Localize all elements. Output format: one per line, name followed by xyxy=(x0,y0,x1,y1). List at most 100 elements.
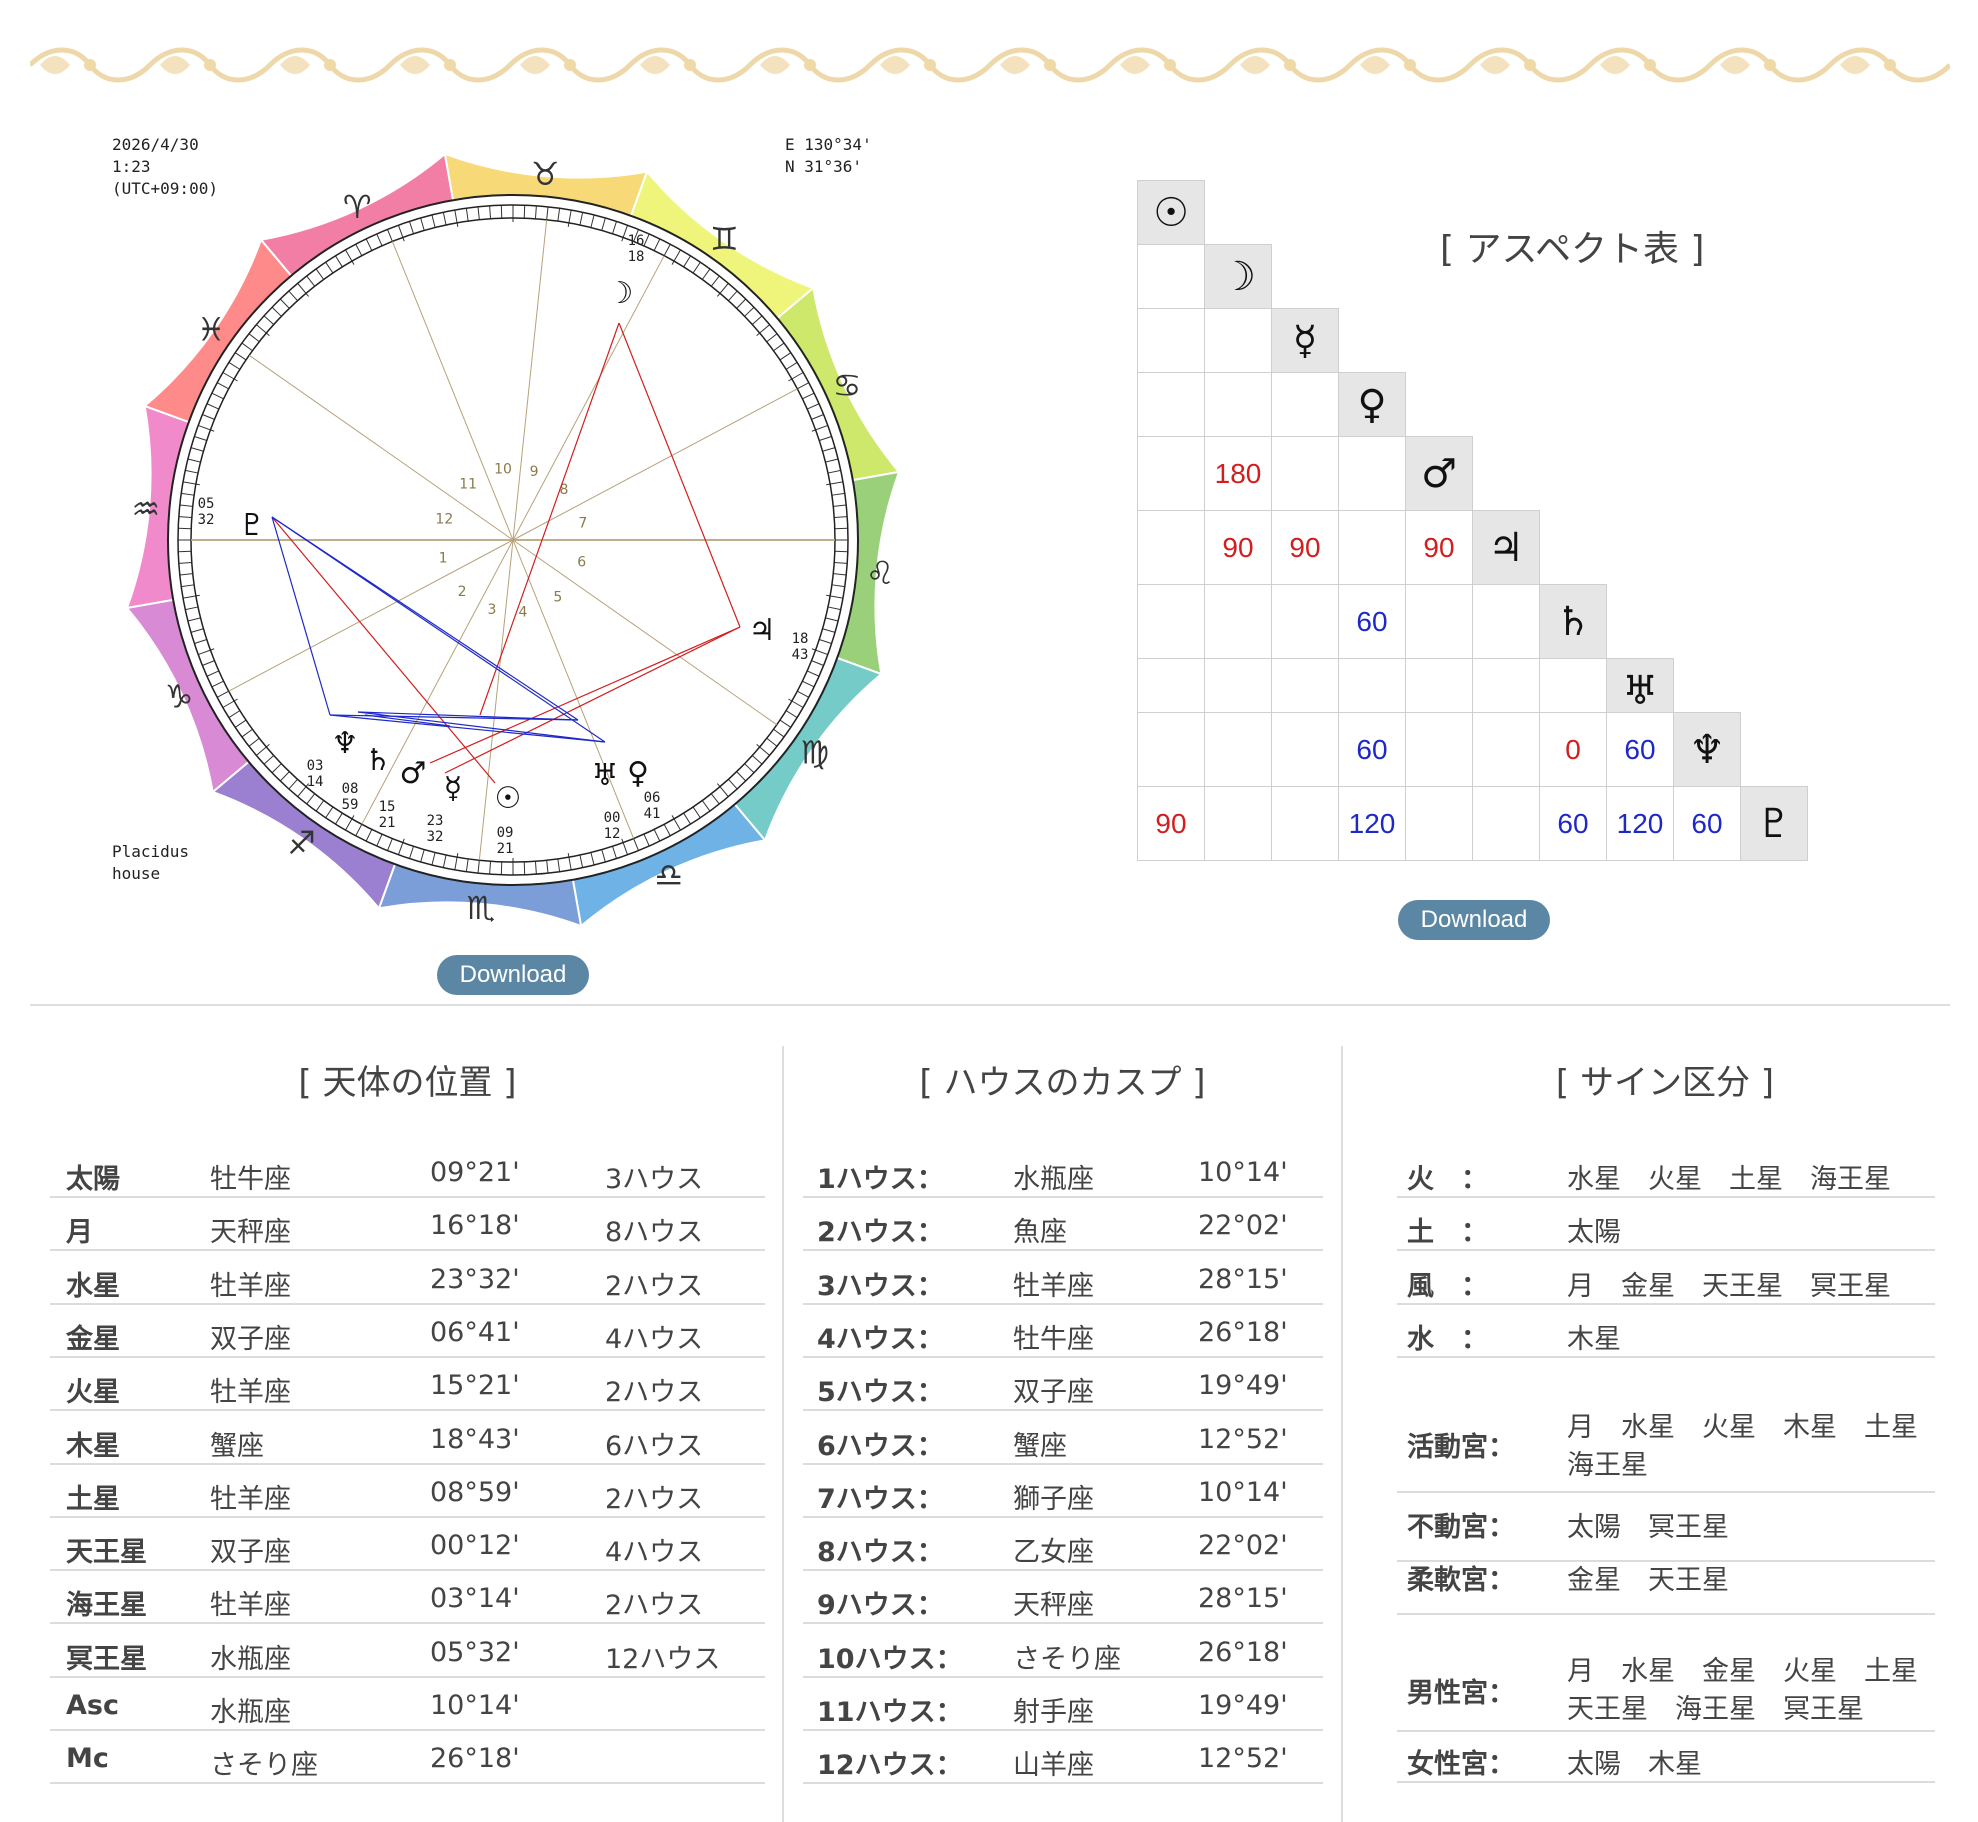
aspect-cell xyxy=(1472,786,1540,861)
planet-position: 08°59' xyxy=(430,1476,520,1508)
element-row: 土 ： 太陽 xyxy=(1397,1198,1935,1252)
planet-degree: 06 xyxy=(644,790,661,806)
planet-glyph-icon: ♆ xyxy=(332,726,359,761)
gender-items: 月 水星 金星 火星 土星 xyxy=(1567,1656,1918,1687)
house-number: 1 xyxy=(439,550,448,566)
ornament-leaf xyxy=(880,56,910,74)
zodiac-sign-icon: ♎ xyxy=(654,856,683,894)
aspect-cell xyxy=(1204,584,1272,659)
planet-row: 天王星 双子座 00°12' 4ハウス xyxy=(50,1518,765,1572)
planet-name: 水星 xyxy=(66,1270,120,1302)
planet-sign: 双子座 xyxy=(210,1537,291,1569)
aspect-planet-icon: ♂ xyxy=(1405,436,1473,511)
planet-row: Asc 水瓶座 10°14' xyxy=(50,1678,765,1731)
house-sign: 乙女座 xyxy=(1013,1537,1094,1569)
house-name: 11ハウス： xyxy=(817,1697,963,1728)
aspect-table-title: [ アスペクト表 ] xyxy=(1440,229,1705,270)
chart-longitude: E 130°34' xyxy=(785,135,872,154)
house-sign: 水瓶座 xyxy=(1013,1164,1094,1195)
aspect-cell xyxy=(1405,584,1473,659)
chart-download-button[interactable]: Download xyxy=(437,955,589,995)
house-cusps-title: [ ハウスのカスプ ] xyxy=(919,1063,1206,1103)
aspect-cell: 120 xyxy=(1338,786,1406,861)
planet-glyph-icon: ☉ xyxy=(495,781,522,816)
aspect-planet-icon: ♇ xyxy=(1740,786,1808,861)
house-system: Placidus xyxy=(112,842,189,861)
planet-position: 16°18' xyxy=(430,1210,520,1242)
house-number: 4 xyxy=(519,604,528,620)
planet-sign: 天秤座 xyxy=(210,1217,291,1249)
house-row: 3ハウス： 牡羊座 28°15' xyxy=(803,1252,1323,1305)
element-items: 太陽 xyxy=(1567,1217,1621,1249)
house-number: 10 xyxy=(494,462,512,478)
gender-items: 太陽 木星 xyxy=(1567,1749,1702,1780)
element-name: 水 ： xyxy=(1407,1323,1488,1355)
aspect-planet-icon: ♄ xyxy=(1539,584,1607,659)
house-name: 4ハウス： xyxy=(817,1323,944,1355)
house-sign: さそり座 xyxy=(1013,1643,1121,1675)
house-row: 11ハウス： 射手座 19°49' xyxy=(803,1678,1323,1731)
planet-minute: 32 xyxy=(427,829,444,845)
house-number: 5 xyxy=(553,589,562,605)
planet-sign: 水瓶座 xyxy=(210,1643,291,1675)
house-row: 12ハウス： 山羊座 12°52' xyxy=(803,1731,1323,1785)
planet-position: 10°14' xyxy=(430,1690,520,1721)
aspect-cell xyxy=(1338,436,1406,511)
planet-sign: さそり座 xyxy=(210,1750,318,1782)
house-system: house xyxy=(112,864,160,883)
chart-timezone: (UTC+09:00) xyxy=(112,179,218,198)
quality-name: 不動宮： xyxy=(1407,1512,1515,1543)
sign-division-title: [ サイン区分 ] xyxy=(1555,1063,1775,1103)
ornament-leaf xyxy=(1000,56,1030,74)
chart-date: 2026/4/30 xyxy=(112,135,199,154)
aspect-cell xyxy=(1405,712,1473,787)
ornament-leaf xyxy=(1480,56,1510,74)
house-row: 7ハウス： 獅子座 10°14' xyxy=(803,1465,1323,1518)
planet-house: 3ハウス xyxy=(605,1164,704,1195)
aspect-cell: 0 xyxy=(1539,712,1607,787)
planet-row: 火星 牡羊座 15°21' 2ハウス xyxy=(50,1358,765,1412)
planet-house: 12ハウス xyxy=(605,1643,721,1675)
aspect-cell xyxy=(1271,712,1339,787)
house-position: 28°15' xyxy=(1198,1263,1288,1295)
house-name: 8ハウス： xyxy=(817,1537,944,1569)
aspect-download-button[interactable]: Download xyxy=(1398,900,1550,940)
house-row: 6ハウス： 蟹座 12°52' xyxy=(803,1412,1323,1465)
aspect-cell xyxy=(1405,786,1473,861)
aspect-cell: 120 xyxy=(1606,786,1674,861)
ornament-leaf xyxy=(1720,56,1750,74)
zodiac-sign-icon: ♓ xyxy=(197,311,226,349)
aspect-cell xyxy=(1338,510,1406,585)
zodiac-sign-icon: ♏ xyxy=(467,889,496,927)
house-name: 6ハウス： xyxy=(817,1430,944,1462)
aspect-cell: 60 xyxy=(1338,712,1406,787)
planet-degree: 08 xyxy=(342,781,359,797)
planet-minute: 59 xyxy=(342,797,359,813)
planet-glyph-icon: ♂ xyxy=(400,756,427,791)
planet-house: 2ハウス xyxy=(605,1483,704,1515)
planet-row: 金星 双子座 06°41' 4ハウス xyxy=(50,1305,765,1358)
aspect-cell xyxy=(1137,308,1205,373)
house-sign: 牡羊座 xyxy=(1013,1270,1094,1302)
element-items: 月 金星 天王星 冥王星 xyxy=(1567,1270,1891,1302)
element-row: 水 ： 木星 xyxy=(1397,1305,1935,1358)
planet-sign: 牡牛座 xyxy=(210,1164,291,1195)
section-divider xyxy=(30,1004,1950,1006)
planet-house: 4ハウス xyxy=(605,1323,704,1355)
aspect-planet-icon: ☽ xyxy=(1204,244,1272,309)
planet-sign: 水瓶座 xyxy=(210,1697,291,1728)
element-name: 風 ： xyxy=(1407,1270,1488,1302)
aspect-cell xyxy=(1204,712,1272,787)
ornament-leaf xyxy=(40,56,70,74)
house-sign: 牡牛座 xyxy=(1013,1323,1094,1355)
aspect-cell: 60 xyxy=(1673,786,1741,861)
ornament-dot xyxy=(924,59,936,71)
aspect-cell xyxy=(1137,584,1205,659)
chart-time: 1:23 xyxy=(112,157,151,176)
quality-items: 太陽 冥王星 xyxy=(1567,1512,1729,1543)
ornament-dot xyxy=(204,59,216,71)
aspect-cell: 180 xyxy=(1204,436,1272,511)
planet-house: 2ハウス xyxy=(605,1270,704,1302)
column-divider xyxy=(1341,1046,1343,1822)
planet-glyph-icon: ♄ xyxy=(365,743,392,778)
